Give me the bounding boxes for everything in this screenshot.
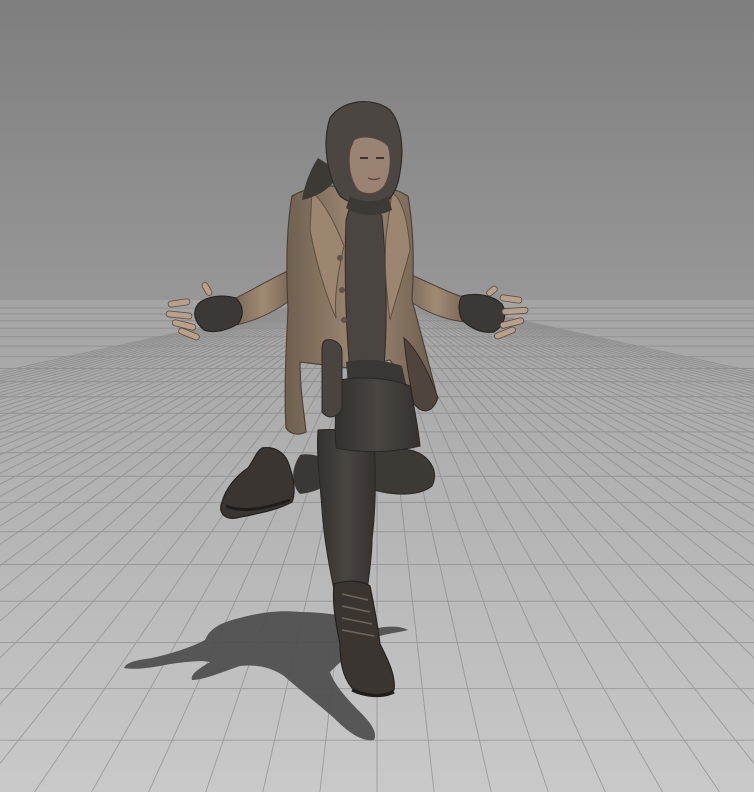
scene-canvas[interactable] [0, 0, 754, 792]
3d-viewport[interactable] [0, 0, 754, 792]
